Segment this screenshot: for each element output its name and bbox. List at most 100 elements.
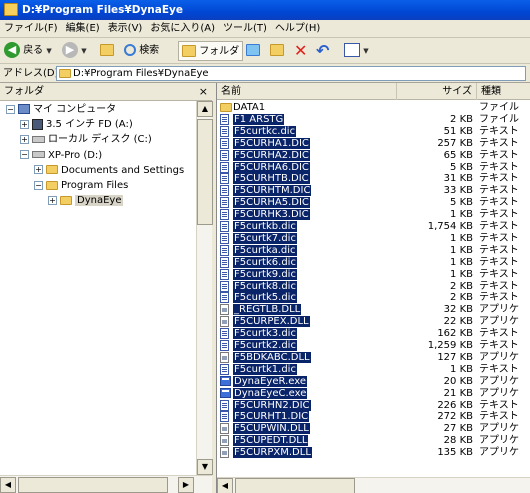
file-row[interactable]: DATA1 ファイル <box>217 102 530 114</box>
scroll-down-icon[interactable]: ▼ <box>197 459 213 475</box>
tree-node[interactable]: + DynaEye <box>48 194 124 208</box>
file-row[interactable]: F5CURPEX.DLL 22 KB アプリケ <box>217 316 530 328</box>
hscroll-thumb[interactable] <box>18 477 168 493</box>
delete-button[interactable]: ✕ <box>294 41 307 61</box>
tree-node[interactable]: − XP-Pro (D:) <box>20 149 102 163</box>
column-name[interactable]: 名前 <box>217 83 397 100</box>
file-row[interactable]: F5curtk7.dic 1 KB テキスト <box>217 232 530 245</box>
views-button[interactable]: ▼ <box>344 41 369 61</box>
file-row[interactable]: F5CURHK3.DIC 1 KB テキスト <box>217 209 530 221</box>
file-name: F5CURHN2.DIC <box>233 399 311 411</box>
folders-button[interactable]: フォルダ <box>178 41 244 61</box>
collapse-icon[interactable]: − <box>34 180 43 190</box>
file-size: 5 KB <box>450 197 473 209</box>
file-row[interactable]: F5CURHA2.DIC 65 KB テキスト <box>217 149 530 162</box>
file-name: F5BDKABC.DLL <box>233 351 311 363</box>
close-icon[interactable]: × <box>199 83 208 101</box>
doc-icon <box>220 197 229 209</box>
menu-tools[interactable]: ツール(T) <box>219 20 271 38</box>
doc-icon <box>220 232 229 245</box>
menu-file[interactable]: ファイル(F) <box>0 20 62 38</box>
back-button[interactable]: ◀ 戻る ▼ <box>4 41 52 61</box>
file-name-cell: F5CUPWIN.DLL <box>220 423 313 435</box>
file-row[interactable]: DynaEyeC.exe 21 KB アプリケ <box>217 387 530 400</box>
file-size: 5 KB <box>450 161 473 173</box>
folder-pane-hscrollbar[interactable]: ◀ ▶ <box>0 475 212 493</box>
file-name-cell: F5curtk6.dic <box>220 256 300 269</box>
tree-node[interactable]: +3.5 インチ FD (A:) <box>20 118 133 132</box>
file-row[interactable]: F5CURHN2.DIC 226 KB テキスト <box>217 399 530 412</box>
scroll-thumb[interactable] <box>197 119 213 225</box>
menu-view[interactable]: 表示(V) <box>104 20 147 38</box>
file-size: 21 KB <box>443 387 473 399</box>
tree-node[interactable]: + Documents and Settings <box>34 164 184 178</box>
file-row[interactable]: F5CURHTB.DIC 31 KB テキスト <box>217 173 530 185</box>
scroll-left-icon[interactable]: ◀ <box>0 477 16 493</box>
copy-to-icon <box>270 44 284 56</box>
file-row[interactable]: F5curtk9.dic 1 KB テキスト <box>217 268 530 281</box>
up-folder-button[interactable] <box>100 41 114 61</box>
forward-button[interactable]: ▶ ▼ <box>62 41 87 61</box>
column-size[interactable]: サイズ <box>397 83 477 100</box>
menu-edit[interactable]: 編集(E) <box>62 20 104 38</box>
file-size: 51 KB <box>443 125 473 137</box>
file-row[interactable]: F5curtk6.dic 1 KB テキスト <box>217 256 530 269</box>
folders-icon <box>182 45 196 57</box>
menu-bar: ファイル(F) 編集(E) 表示(V) お気に入り(A) ツール(T) ヘルプ(H) <box>0 20 530 38</box>
expand-icon[interactable]: + <box>34 165 43 175</box>
file-row[interactable]: F5CURHA1.DIC 257 KB テキスト <box>217 137 530 150</box>
expand-icon[interactable]: + <box>20 134 29 144</box>
collapse-icon[interactable]: − <box>6 104 15 114</box>
expand-icon[interactable]: + <box>48 195 57 205</box>
tree-node[interactable]: + ローカル ディスク (C:) <box>20 133 152 147</box>
file-row[interactable]: F5CURHA5.DIC 5 KB テキスト <box>217 197 530 209</box>
tree-node-label: ローカル ディスク (C:) <box>48 134 152 146</box>
file-row[interactable]: F1 ARSTG 2 KB ファイル <box>217 113 530 126</box>
file-row[interactable]: F5curtk3.dic 162 KB テキスト <box>217 328 530 340</box>
undo-button[interactable]: ↶ <box>316 41 329 61</box>
file-row[interactable]: F5curtk8.dic 2 KB テキスト <box>217 280 530 293</box>
file-row[interactable]: F5curtkb.dic 1,754 KB テキスト <box>217 221 530 233</box>
folder-pane-vscrollbar[interactable]: ▲ ▼ <box>196 101 213 475</box>
scroll-left-icon[interactable]: ◀ <box>217 478 233 493</box>
file-name-cell: F5curtkc.dic <box>220 125 299 138</box>
file-row[interactable]: F5CURHA6.DIC 5 KB テキスト <box>217 161 530 174</box>
tree-node[interactable]: − マイ コンピュータ <box>6 103 116 117</box>
title-bar[interactable]: D:¥Program Files¥DynaEye <box>0 0 530 20</box>
scroll-up-icon[interactable]: ▲ <box>197 101 213 117</box>
menu-help[interactable]: ヘルプ(H) <box>271 20 324 38</box>
column-type[interactable]: 種類 <box>477 83 530 100</box>
file-row[interactable]: F5CURHT1.DIC 272 KB テキスト <box>217 411 530 423</box>
scroll-right-icon[interactable]: ▶ <box>178 477 194 493</box>
file-row[interactable]: F5BDKABC.DLL 127 KB アプリケ <box>217 351 530 364</box>
file-row[interactable]: F5curtk1.dic 1 KB テキスト <box>217 363 530 376</box>
file-name: F5CURPEX.DLL <box>233 316 310 328</box>
folder-pane-header: フォルダ × <box>0 83 212 101</box>
search-button[interactable]: 検索 <box>124 41 159 61</box>
file-row[interactable]: F5CURHTM.DIC 33 KB テキスト <box>217 185 530 197</box>
tree-node[interactable]: − Program Files <box>34 179 128 193</box>
file-type: テキスト <box>479 221 519 232</box>
expand-icon[interactable]: + <box>20 119 29 129</box>
collapse-icon[interactable]: − <box>20 150 29 160</box>
menu-favorites[interactable]: お気に入り(A) <box>146 20 219 38</box>
file-row[interactable]: F5CUPWIN.DLL 27 KB アプリケ <box>217 423 530 435</box>
file-pane-hscrollbar[interactable]: ◀ <box>217 477 530 493</box>
file-row[interactable]: F5curtk2.dic 1,259 KB テキスト <box>217 340 530 352</box>
file-name-cell: F5CURHT1.DIC <box>220 411 312 423</box>
file-row[interactable]: F5CURPXM.DLL 135 KB アプリケ <box>217 447 530 459</box>
computer-icon <box>18 104 30 114</box>
file-row[interactable]: F5curtka.dic 1 KB テキスト <box>217 244 530 257</box>
move-to-button[interactable] <box>246 41 260 61</box>
copy-to-button[interactable] <box>270 41 284 61</box>
file-name: F5curtk7.dic <box>233 232 297 244</box>
dll-icon <box>220 304 229 316</box>
file-row[interactable]: F5curtk5.dic 2 KB テキスト <box>217 292 530 304</box>
file-row[interactable]: F5CUPEDT.DLL 28 KB アプリケ <box>217 435 530 447</box>
file-row[interactable]: F5curtkc.dic 51 KB テキスト <box>217 125 530 138</box>
file-list-pane: 名前 サイズ 種類 DATA1 ファイル F1 ARSTG 2 KB ファイル F5cur… <box>216 83 530 493</box>
address-input[interactable]: D:¥Program Files¥DynaEye <box>56 66 526 81</box>
file-row[interactable]: _REGTLB.DLL 32 KB アプリケ <box>217 304 530 316</box>
file-row[interactable]: DynaEyeR.exe 20 KB アプリケ <box>217 375 530 388</box>
hscroll-thumb[interactable] <box>235 478 355 493</box>
